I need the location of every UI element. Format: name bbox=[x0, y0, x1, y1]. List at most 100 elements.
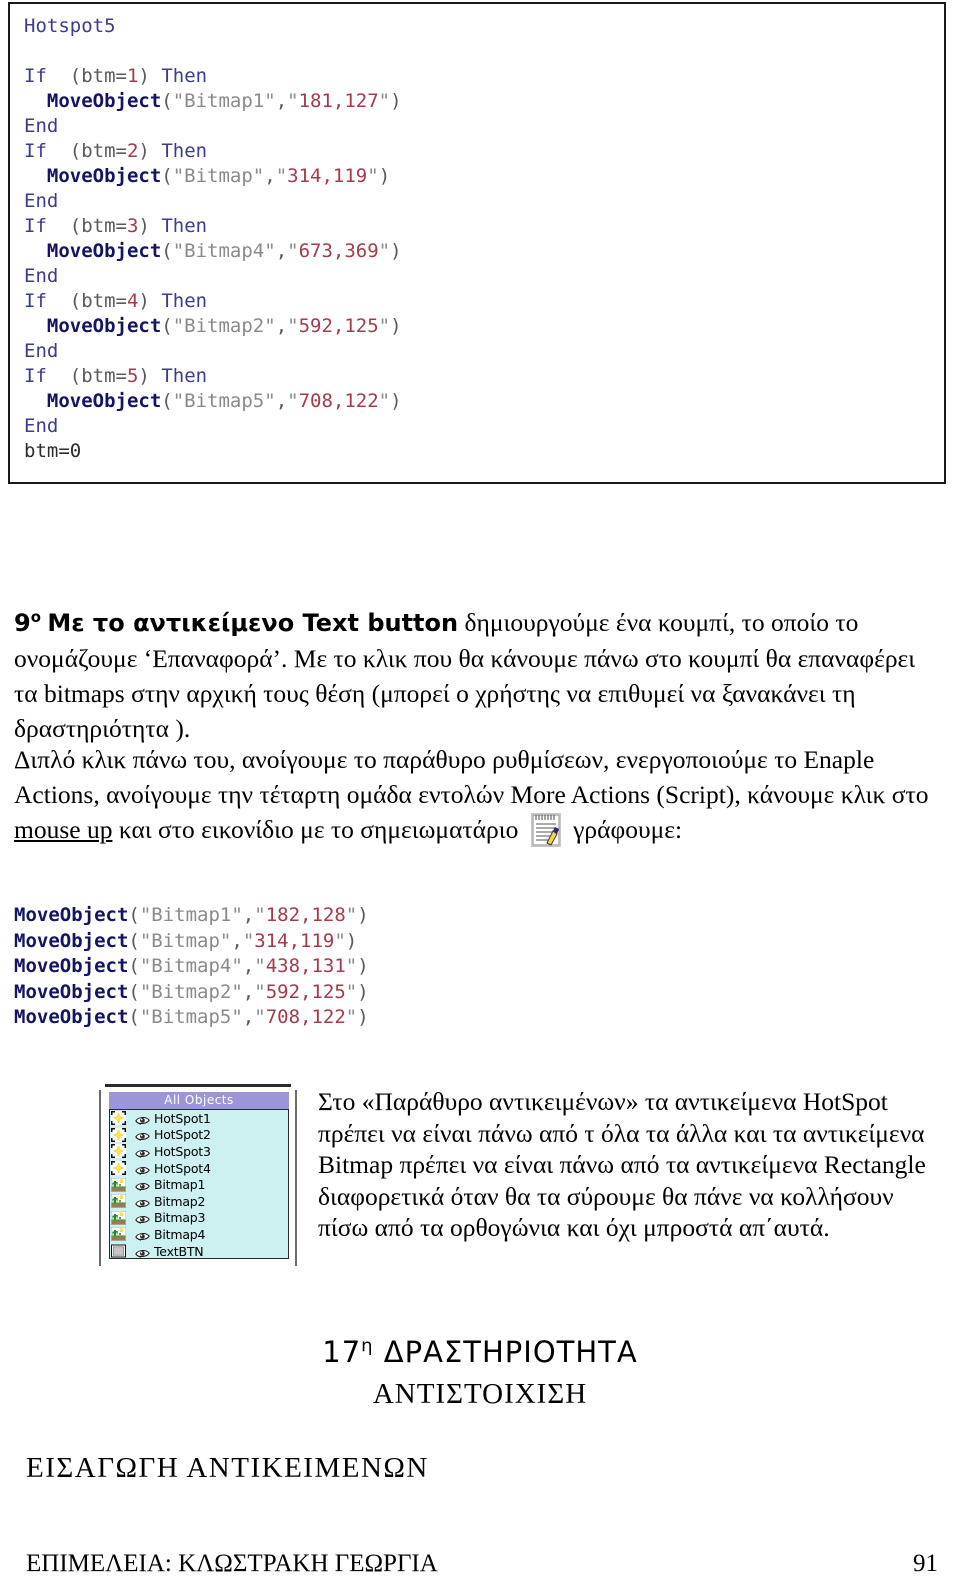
object-list-item-label: HotSpot1 bbox=[154, 1110, 211, 1126]
code-token: ( bbox=[161, 390, 173, 412]
eye-icon[interactable] bbox=[135, 1212, 150, 1225]
code-token: If bbox=[24, 140, 47, 162]
code-token: " bbox=[287, 240, 299, 262]
code-token: " bbox=[378, 90, 391, 112]
eye-icon[interactable] bbox=[135, 1229, 150, 1241]
code-line: MoveObject("Bitmap5","708,122") bbox=[14, 1005, 369, 1031]
eye-icon[interactable] bbox=[135, 1179, 150, 1191]
code-block-hotspot5: Hotspot5 If (btm=1) Then MoveObject("Bit… bbox=[8, 2, 946, 484]
heading-activity: 17η ΔΡΑΣΤΗΡΙΟΤΗΤΑ bbox=[0, 1335, 960, 1369]
code-token: ) bbox=[357, 955, 369, 977]
heading-section: ΕΙΣΑΓΩΓΗ ΑΝΤΙΚΕΙΜΕΝΩΝ bbox=[26, 1452, 429, 1484]
code-token: ( bbox=[161, 315, 173, 337]
object-list-item[interactable]: HotSpot3 bbox=[110, 1143, 288, 1160]
eye-icon[interactable] bbox=[135, 1163, 150, 1175]
object-list-item-label: HotSpot4 bbox=[154, 1160, 211, 1176]
code-token: " bbox=[378, 240, 391, 262]
code-token: MoveObject bbox=[14, 980, 129, 1003]
code-token: , bbox=[275, 390, 288, 412]
code-token: End bbox=[24, 265, 59, 287]
code-token: 438,131 bbox=[265, 955, 346, 977]
object-list-item[interactable]: HotSpot1 bbox=[110, 1110, 288, 1127]
code-token: , bbox=[275, 315, 288, 337]
object-list-item[interactable]: Bitmap2 bbox=[110, 1193, 288, 1210]
code-token: (btm= bbox=[46, 215, 127, 237]
activity-number: 17 bbox=[322, 1335, 362, 1369]
code-token: ( bbox=[128, 955, 140, 977]
code-token: 592,125 bbox=[265, 980, 346, 1003]
code-token: btm=0 bbox=[24, 440, 82, 462]
code-token: " bbox=[287, 390, 299, 412]
code-token: , bbox=[231, 929, 243, 952]
code-token: 182,128 bbox=[265, 904, 346, 926]
code-token: "Bitmap5" bbox=[139, 1006, 243, 1028]
code-token: " bbox=[345, 980, 358, 1003]
code-token: Then bbox=[161, 65, 208, 87]
code-token: "Bitmap1" bbox=[172, 90, 276, 112]
code-token: , bbox=[242, 980, 255, 1003]
code-token: , bbox=[264, 165, 276, 187]
object-list-item[interactable]: HotSpot4 bbox=[110, 1160, 288, 1177]
paragraph-9-bold-lead: Με το αντικείμενο Text button bbox=[47, 609, 459, 637]
code-token: 592,125 bbox=[298, 315, 379, 337]
object-list-item[interactable]: Bitmap3 bbox=[110, 1210, 288, 1227]
code-token: MoveObject bbox=[14, 929, 129, 952]
object-list-item[interactable]: Bitmap4 bbox=[110, 1226, 288, 1243]
object-list-item-label: Bitmap1 bbox=[154, 1177, 206, 1193]
code-token: , bbox=[242, 955, 255, 977]
object-list-item-label: Bitmap3 bbox=[154, 1210, 206, 1226]
eye-icon[interactable] bbox=[135, 1146, 150, 1158]
code-block-moveobject-list: MoveObject("Bitmap1","182,128") MoveObjec… bbox=[14, 903, 369, 1031]
code-line: MoveObject("Bitmap","314,119") bbox=[24, 164, 944, 189]
paragraph-step-9: 9ο Με το αντικείμενο Text button δημιουρ… bbox=[14, 600, 944, 746]
heading-activity-subtitle: ΑΝΤΙΣΤΟΙΧΙΣΗ bbox=[372, 1378, 588, 1410]
code-token: If bbox=[24, 290, 47, 312]
activity-word: ΔΡΑΣΤΗΡΙΟΤΗΤΑ bbox=[373, 1335, 638, 1369]
button-icon bbox=[111, 1244, 126, 1258]
object-list-item[interactable]: Bitmap1 bbox=[110, 1176, 288, 1193]
code-token: ( bbox=[128, 929, 140, 952]
eye-icon[interactable] bbox=[135, 1246, 150, 1258]
code-token: ) bbox=[390, 315, 402, 337]
object-list-item[interactable]: TextBTN bbox=[110, 1243, 288, 1259]
code-token: " bbox=[334, 929, 346, 952]
bitmap-icon bbox=[110, 1227, 127, 1242]
eye-icon[interactable] bbox=[135, 1113, 150, 1125]
object-list-item[interactable]: HotSpot2 bbox=[110, 1127, 288, 1144]
code-token: 181,127 bbox=[298, 90, 379, 112]
code-token: MoveObject bbox=[14, 904, 129, 926]
code-line: If (btm=3) Then bbox=[24, 214, 944, 239]
code-token: End bbox=[24, 340, 59, 362]
code-line: MoveObject("Bitmap2","592,125") bbox=[24, 314, 944, 339]
code-line: btm=0 bbox=[24, 439, 944, 464]
mouse-up-link[interactable]: mouse up bbox=[14, 815, 112, 844]
code-token: " bbox=[378, 390, 391, 412]
code-token: " bbox=[345, 1006, 358, 1028]
code-line: If (btm=5) Then bbox=[24, 364, 944, 389]
code-token: ( bbox=[161, 165, 173, 187]
code-token: "Bitmap1" bbox=[139, 904, 243, 926]
object-list-item-label: Bitmap4 bbox=[154, 1226, 206, 1242]
eye-icon[interactable] bbox=[135, 1129, 150, 1142]
all-objects-header: All Objects bbox=[109, 1092, 289, 1109]
code-token: "Bitmap2" bbox=[172, 315, 276, 337]
all-objects-panel: All Objects HotSpot1 HotSpot2 HotSpot3 H… bbox=[99, 1084, 297, 1266]
code-token: " bbox=[287, 90, 299, 112]
eye-icon[interactable] bbox=[135, 1196, 150, 1208]
code-token: "Bitmap4" bbox=[172, 240, 276, 262]
code-token: ( bbox=[161, 90, 173, 112]
code-token: MoveObject bbox=[46, 390, 162, 412]
step-number: 9ο bbox=[14, 608, 41, 637]
code-token: 314,119 bbox=[287, 165, 368, 187]
code-token: MoveObject bbox=[46, 315, 162, 337]
code-token: End bbox=[24, 190, 59, 212]
paragraph-dbl-part1: Διπλό κλικ πάνω του, ανοίγουμε το παράθυ… bbox=[14, 745, 929, 809]
all-objects-list[interactable]: HotSpot1 HotSpot2 HotSpot3 HotSpot4 Bitm… bbox=[109, 1109, 289, 1259]
object-list-item-label: TextBTN bbox=[154, 1243, 204, 1259]
code-line: End bbox=[24, 189, 944, 214]
code-line: MoveObject("Bitmap4","438,131") bbox=[14, 954, 369, 980]
code-token: ) bbox=[138, 65, 162, 87]
code-token: (btm= bbox=[46, 365, 127, 387]
